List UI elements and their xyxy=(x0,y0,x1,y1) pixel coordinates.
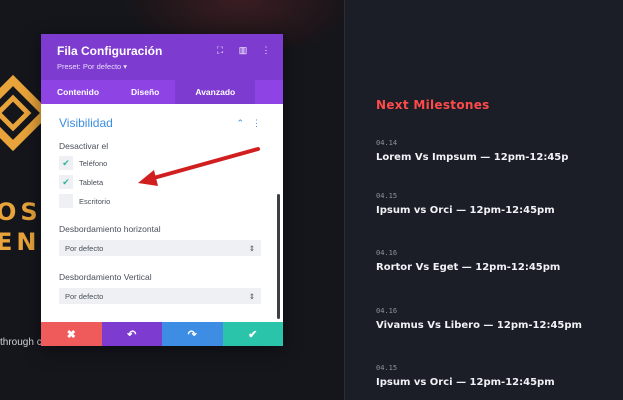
milestone-text: Ipsum vs Orci — 12pm-12:45pm xyxy=(376,377,555,388)
milestone-text: Rortor Vs Eget — 12pm-12:45pm xyxy=(376,262,561,273)
check-icon: ✔ xyxy=(248,328,258,341)
undo-button[interactable]: ↶ xyxy=(101,322,162,346)
milestone-text: Lorem Vs Impsum — 12pm-12:45p xyxy=(376,152,569,163)
milestone-date: 04.16 xyxy=(376,249,398,257)
hero-text-line-2: EN xyxy=(0,228,41,256)
milestones-heading: Next Milestones xyxy=(376,98,490,112)
tab-diseno[interactable]: Diseño xyxy=(115,80,175,104)
save-button[interactable]: ✔ xyxy=(222,322,283,346)
hero-caption-text: through c xyxy=(0,337,42,348)
milestone-date: 04.15 xyxy=(376,364,398,372)
checkmark-icon: ✔ xyxy=(62,176,70,187)
overflow-vertical-select[interactable]: Por defecto ⇕ xyxy=(59,288,261,304)
desktop-label: Escritorio xyxy=(79,196,111,206)
section-icons: ⌃ ⋮ xyxy=(236,118,261,129)
row-settings-panel: Fila Configuración Preset: Por defecto ▾… xyxy=(41,34,283,346)
desktop-checkbox[interactable] xyxy=(59,194,73,208)
tab-avanzado[interactable]: Avanzado xyxy=(175,80,256,104)
milestone-date: 04.15 xyxy=(376,192,398,200)
close-icon: ✖ xyxy=(66,328,76,341)
redo-icon: ↷ xyxy=(187,328,197,341)
tab-contenido[interactable]: Contenido xyxy=(41,80,115,104)
milestone-item: 04.14 Lorem Vs Impsum — 12pm-12:45p xyxy=(376,139,568,163)
milestone-text: Vivamus Vs Libero — 12pm-12:45pm xyxy=(376,320,582,331)
select-arrows-icon: ⇕ xyxy=(248,291,255,301)
hero-text-line-1: OS xyxy=(0,198,42,226)
chevron-up-icon[interactable]: ⌃ xyxy=(236,118,244,129)
header-icons: ⛶ ▥ ⋮ xyxy=(215,45,271,55)
milestone-date: 04.16 xyxy=(376,307,398,315)
focus-icon[interactable]: ⛶ xyxy=(215,45,225,55)
preset-dropdown[interactable]: Preset: Por defecto ▾ xyxy=(57,62,283,71)
option-desktop: Escritorio xyxy=(59,194,261,208)
phone-checkbox[interactable]: ✔ xyxy=(59,156,73,170)
panel-scrollbar[interactable] xyxy=(277,194,280,319)
overflow-vertical-label: Desbordamiento Vertical xyxy=(59,272,152,282)
more-vertical-icon[interactable]: ⋮ xyxy=(252,118,261,129)
milestone-item: 04.15 Ipsum vs Orci — 12pm-12:45pm xyxy=(376,364,555,388)
milestone-item: 04.15 Ipsum vs Orci — 12pm-12:45pm xyxy=(376,192,555,216)
select-arrows-icon: ⇕ xyxy=(248,243,255,253)
annotation-arrow-icon xyxy=(138,147,260,186)
panel-header[interactable]: Fila Configuración Preset: Por defecto ▾… xyxy=(41,34,283,80)
overflow-horizontal-label: Desbordamiento horizontal xyxy=(59,224,161,234)
milestone-date: 04.14 xyxy=(376,139,398,147)
panel-footer: ✖ ↶ ↷ ✔ xyxy=(41,322,283,346)
cancel-button[interactable]: ✖ xyxy=(41,322,102,346)
overflow-horizontal-select[interactable]: Por defecto ⇕ xyxy=(59,240,261,256)
columns-icon[interactable]: ▥ xyxy=(238,45,248,55)
select-value: Por defecto xyxy=(65,291,104,301)
select-value: Por defecto xyxy=(65,243,104,253)
more-vertical-icon[interactable]: ⋮ xyxy=(261,45,271,55)
tablet-label: Tableta xyxy=(79,177,104,187)
panel-body: Visibilidad ⌃ ⋮ Desactivar el ✔ Teléfono… xyxy=(41,104,283,322)
tablet-checkbox[interactable]: ✔ xyxy=(59,175,73,189)
phone-label: Teléfono xyxy=(79,158,108,168)
undo-icon: ↶ xyxy=(127,328,137,341)
panel-tabs: Contenido Diseño Avanzado xyxy=(41,80,283,104)
checkmark-icon: ✔ xyxy=(62,157,70,168)
section-title: Visibilidad xyxy=(59,116,113,130)
milestone-item: 04.16 Vivamus Vs Libero — 12pm-12:45pm xyxy=(376,307,582,331)
visibility-section-header[interactable]: Visibilidad ⌃ ⋮ xyxy=(59,116,261,130)
milestone-text: Ipsum vs Orci — 12pm-12:45pm xyxy=(376,205,555,216)
milestone-item: 04.16 Rortor Vs Eget — 12pm-12:45pm xyxy=(376,249,560,273)
redo-button[interactable]: ↷ xyxy=(162,322,223,346)
